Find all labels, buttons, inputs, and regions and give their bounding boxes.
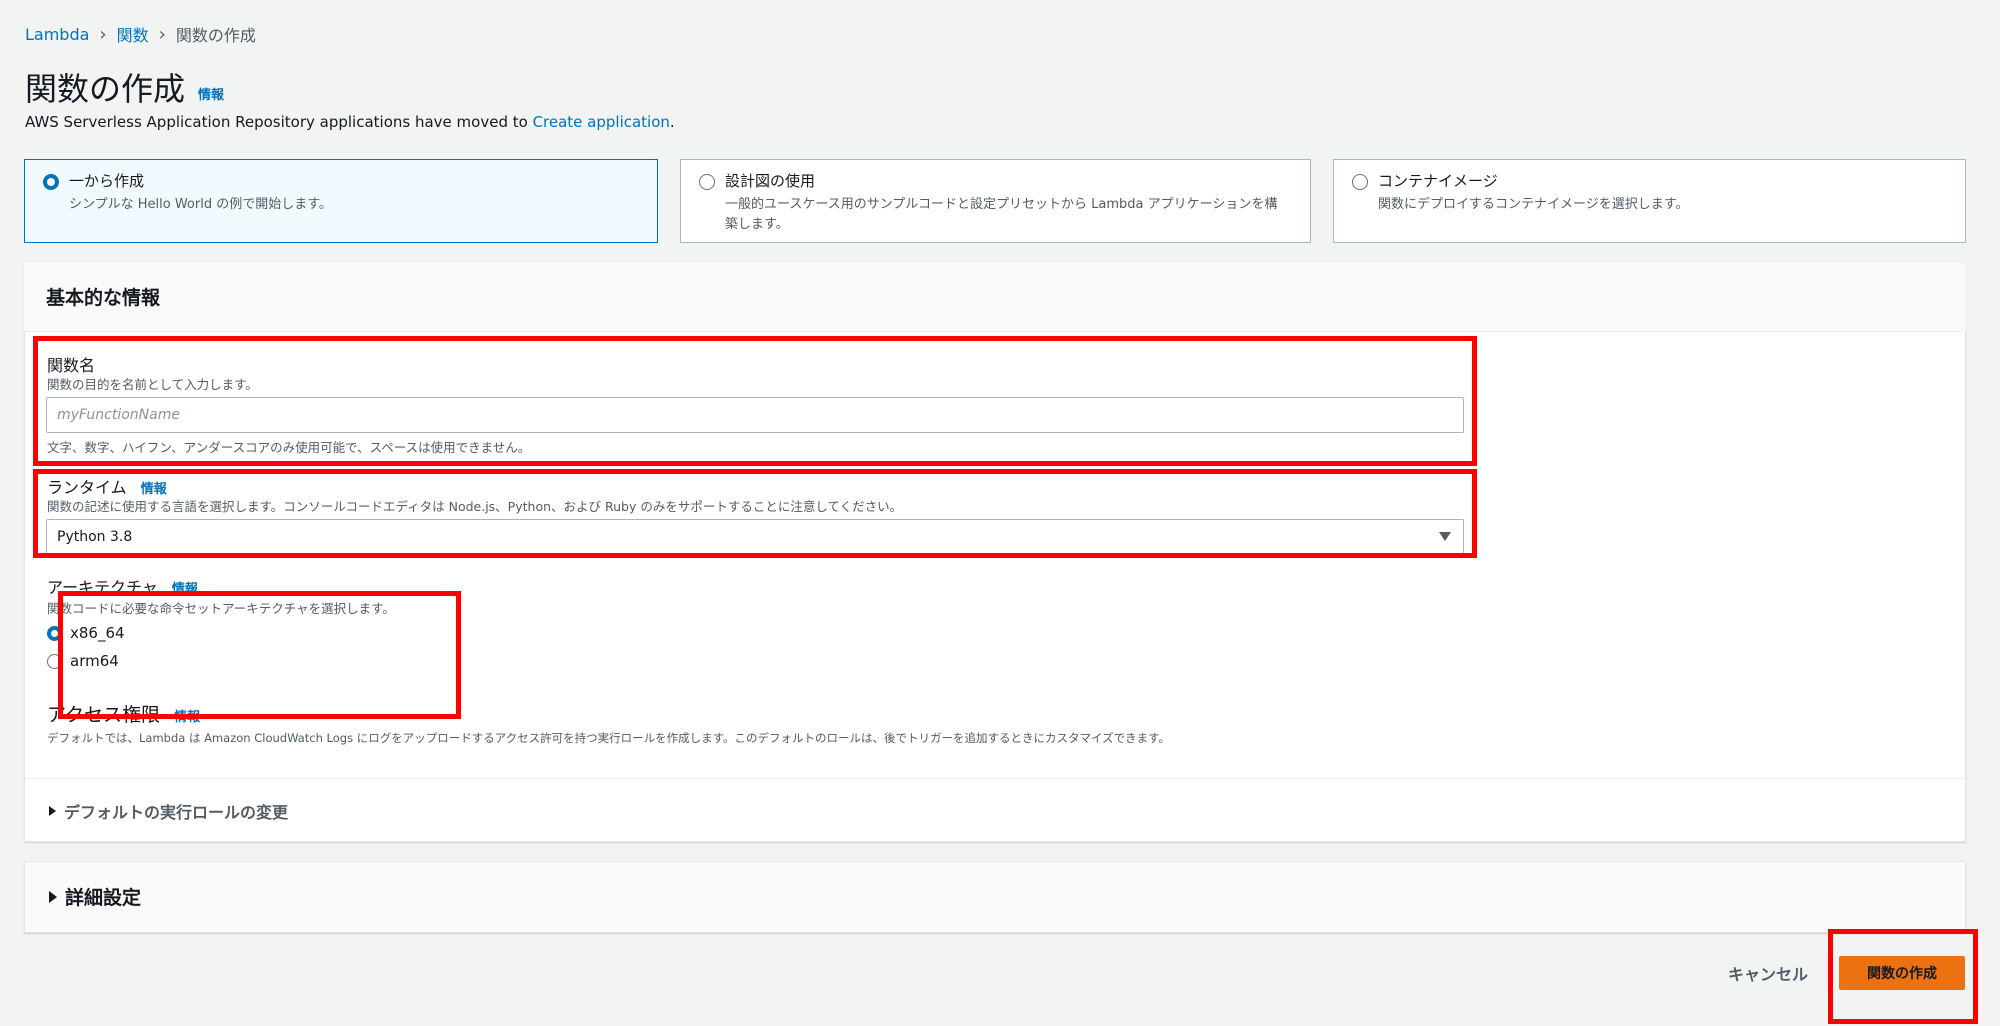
notice-text: AWS Serverless Application Repository ap…	[25, 113, 533, 131]
advanced-settings-panel	[24, 861, 1966, 933]
advanced-settings-label: 詳細設定	[65, 887, 142, 909]
radio-use-blueprint[interactable]	[699, 174, 715, 190]
architecture-label: アーキテクチャ	[47, 578, 158, 597]
caret-down-icon	[1439, 532, 1451, 541]
caret-right-icon	[49, 890, 57, 903]
permissions-desc: デフォルトでは、Lambda は Amazon CloudWatch Logs …	[47, 731, 1171, 745]
runtime-desc: 関数の記述に使用する言語を選択します。コンソールコードエディタは Node.js…	[47, 499, 903, 514]
radio-container-image[interactable]	[1352, 174, 1368, 190]
change-default-role-expander[interactable]: デフォルトの実行ロールの変更	[49, 799, 288, 823]
runtime-selected-value: Python 3.8	[57, 529, 133, 545]
option-title: コンテナイメージ	[1378, 172, 1498, 190]
option-use-blueprint[interactable]: 設計図の使用 一般的ユースケース用のサンプルコードと設定プリセットから Lamb…	[680, 159, 1311, 243]
architecture-label-row: アーキテクチャ 情報	[47, 574, 198, 598]
breadcrumb-current: 関数の作成	[175, 26, 256, 45]
cancel-button[interactable]: キャンセル	[1718, 957, 1818, 989]
function-name-hint: 文字、数字、ハイフン、アンダースコアのみ使用可能で、スペースは使用できません。	[47, 440, 531, 455]
architecture-info-link[interactable]: 情報	[172, 578, 198, 597]
runtime-label: ランタイム	[47, 478, 127, 497]
breadcrumb-lambda[interactable]: Lambda	[25, 25, 89, 44]
runtime-label-row: ランタイム 情報	[47, 474, 167, 498]
panel-header	[24, 263, 1966, 332]
architecture-option-label: x86_64	[70, 624, 125, 642]
function-name-desc: 関数の目的を名前として入力します。	[47, 377, 258, 392]
architecture-option-x86[interactable]: x86_64	[47, 624, 125, 642]
basic-info-title: 基本的な情報	[46, 287, 161, 309]
divider	[25, 778, 1965, 779]
runtime-info-link[interactable]: 情報	[141, 478, 167, 497]
option-title: 設計図の使用	[725, 172, 816, 190]
function-name-label: 関数名	[47, 356, 96, 375]
notice: AWS Serverless Application Repository ap…	[25, 113, 675, 131]
permissions-label: アクセス権限	[47, 704, 161, 726]
radio-author-from-scratch[interactable]	[43, 174, 59, 190]
runtime-select[interactable]: Python 3.8	[46, 519, 1464, 555]
option-title: 一から作成	[69, 172, 145, 190]
breadcrumb-functions[interactable]: 関数	[117, 22, 149, 46]
option-desc: シンプルな Hello World の例で開始します。	[69, 197, 332, 212]
function-name-input[interactable]	[46, 397, 1464, 433]
option-author-from-scratch[interactable]: 一から作成 シンプルな Hello World の例で開始します。	[24, 159, 658, 243]
architecture-option-label: arm64	[70, 652, 119, 670]
caret-right-icon	[49, 806, 56, 816]
title-info-link[interactable]: 情報	[198, 84, 224, 103]
advanced-settings-expander[interactable]: 詳細設定	[49, 883, 141, 910]
option-desc: 関数にデプロイするコンテナイメージを選択します。	[1378, 197, 1689, 212]
radio-arm64[interactable]	[47, 653, 62, 669]
page-title: 関数の作成	[25, 70, 186, 108]
option-desc: 一般的ユースケース用のサンプルコードと設定プリセットから Lambda アプリケ…	[725, 197, 1278, 232]
create-function-button[interactable]: 関数の作成	[1839, 956, 1965, 990]
architecture-desc: 関数コードに必要な命令セットアーキテクチャを選択します。	[47, 601, 395, 616]
notice-end: .	[669, 113, 675, 131]
create-application-link[interactable]: Create application	[533, 113, 670, 131]
architecture-option-arm64[interactable]: arm64	[47, 652, 119, 670]
change-default-role-label: デフォルトの実行ロールの変更	[64, 803, 289, 822]
chevron-right-icon: ›	[158, 23, 166, 45]
breadcrumb: Lambda › 関数 › 関数の作成	[25, 22, 256, 46]
option-container-image[interactable]: コンテナイメージ 関数にデプロイするコンテナイメージを選択します。	[1333, 159, 1966, 243]
chevron-right-icon: ›	[99, 23, 107, 45]
permissions-label-row: アクセス権限 情報	[47, 700, 200, 727]
radio-x86-64[interactable]	[47, 625, 62, 641]
permissions-info-link[interactable]: 情報	[174, 706, 200, 725]
